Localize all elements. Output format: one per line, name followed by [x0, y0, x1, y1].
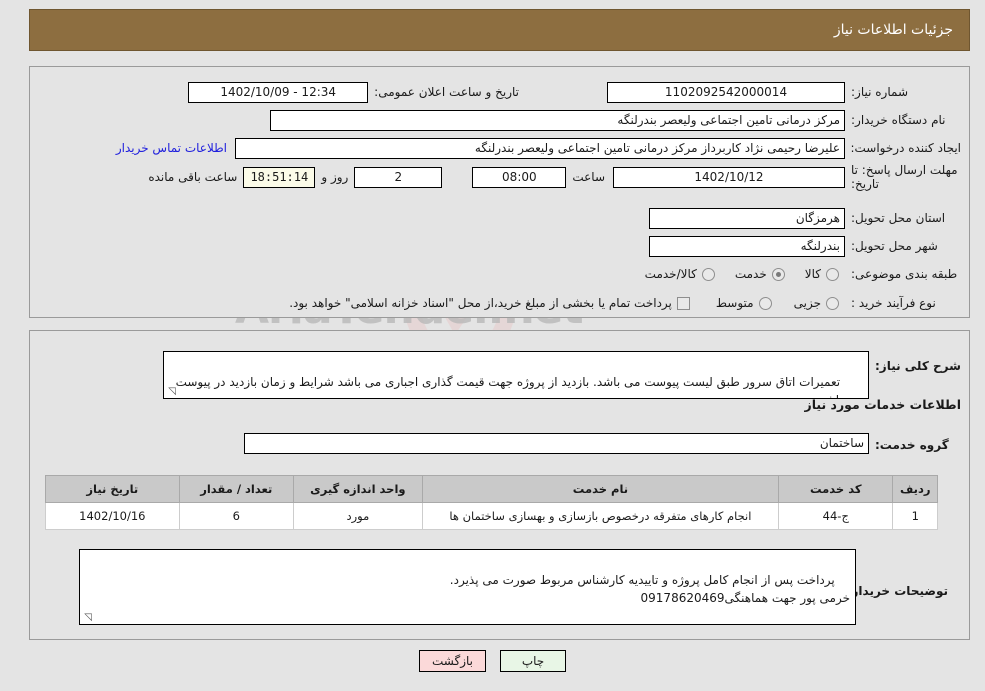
page-root: جزئیات اطلاعات نیاز شماره نیاز: 11020925… — [0, 0, 985, 691]
need-number-label: شماره نیاز: — [851, 85, 908, 99]
row-purchase-process: نوع فرآیند خرید : جزیی متوسط پرداخت تمام… — [289, 292, 961, 314]
buyer-contact-link[interactable]: اطلاعات تماس خریدار — [116, 141, 227, 155]
delivery-city-value: بندرلنگه — [649, 235, 845, 257]
row-subject-category: طبقه بندی موضوعی: کالا خدمت کالا/خدمت — [645, 263, 961, 285]
general-description-value: تعمیرات اتاق سرور طبق لیست پیوست می باشد… — [175, 375, 863, 398]
treasury-bonds-note: پرداخت تمام یا بخشی از مبلغ خرید،از محل … — [289, 296, 672, 310]
need-number-value: 1102092542000014 — [607, 81, 845, 103]
radio-label-motavasset: متوسط — [715, 296, 754, 310]
column-header-service-code: کد خدمت — [778, 475, 894, 503]
radio-label-jozei: جزیی — [793, 296, 821, 310]
services-table: ردیف کد خدمت نام خدمت واحد اندازه گیری ت… — [45, 475, 938, 530]
radio-icon-jozei[interactable] — [826, 296, 839, 310]
cell-service-name: انجام کارهای متفرقه درخصوص بازسازی و بهس… — [421, 502, 780, 530]
announce-datetime-value: 1402/10/09 - 12:34 — [188, 81, 369, 103]
footer-button-bar: بازگشت چاپ — [0, 650, 985, 672]
buyer-notes-textarea[interactable]: پرداخت پس از انجام کامل پروژه و تاییدیه … — [79, 549, 856, 625]
requester-label: ایجاد کننده درخواست: — [850, 141, 961, 155]
column-header-service-name: نام خدمت — [421, 475, 780, 503]
radio-icon-kala-khedmat[interactable] — [701, 267, 715, 281]
services-section-title: اطلاعات خدمات مورد نیاز — [804, 397, 962, 412]
cell-row-no: 1 — [892, 502, 938, 530]
cell-service-code: ج-44 — [778, 502, 894, 530]
buyer-org-value: مرکز درمانی تامین اجتماعی ولیعصر بندرلنگ… — [270, 109, 845, 131]
resize-grip-icon[interactable]: ◹ — [166, 387, 176, 397]
deadline-days-label: روز و — [321, 170, 349, 184]
buyer-notes-value: پرداخت پس از انجام کامل پروژه و تاییدیه … — [449, 573, 850, 605]
radio-option-kala[interactable]: کالا — [805, 267, 839, 281]
announce-datetime-label: تاریخ و ساعت اعلان عمومی: — [374, 85, 519, 99]
radio-option-khedmat[interactable]: خدمت — [735, 267, 785, 281]
radio-option-motavasset[interactable]: متوسط — [716, 296, 772, 310]
deadline-countdown-value: 18:51:14 — [243, 166, 316, 188]
row-buyer-org: نام دستگاه خریدار: مرکز درمانی تامین اجت… — [270, 109, 961, 131]
row-need-number: شماره نیاز: 1102092542000014 تاریخ و ساع… — [188, 81, 961, 103]
cell-need-date: 1402/10/16 — [45, 502, 180, 530]
column-header-need-date: تاریخ نیاز — [45, 475, 180, 503]
checkbox-icon-treasury-bonds[interactable] — [676, 296, 690, 310]
print-button[interactable]: چاپ — [500, 650, 566, 672]
subject-category-label: طبقه بندی موضوعی: — [851, 267, 958, 281]
table-row: 1 ج-44 انجام کارهای متفرقه درخصوص بازساز… — [45, 502, 938, 530]
radio-label-khedmat: خدمت — [734, 267, 767, 281]
deadline-date-value: 1402/10/12 — [613, 166, 845, 188]
table-header-row: ردیف کد خدمت نام خدمت واحد اندازه گیری ت… — [45, 475, 938, 503]
need-info-panel: شماره نیاز: 1102092542000014 تاریخ و ساع… — [29, 66, 970, 318]
column-header-unit: واحد اندازه گیری — [292, 475, 423, 503]
deadline-label: مهلت ارسال پاسخ: تا تاریخ: — [851, 163, 958, 191]
delivery-province-label: استان محل تحویل: — [851, 211, 946, 225]
radio-label-kala: کالا — [804, 267, 821, 281]
buyer-org-label: نام دستگاه خریدار: — [851, 113, 946, 127]
resize-grip-icon-notes[interactable]: ◹ — [82, 613, 92, 623]
cell-quantity: 6 — [178, 502, 294, 530]
deadline-time-value: 08:00 — [472, 166, 567, 188]
delivery-province-value: هرمزگان — [649, 207, 845, 229]
deadline-days-value: 2 — [354, 166, 443, 188]
buyer-notes-label: توضیحات خریدار: — [846, 584, 948, 598]
delivery-city-label: شهر محل تحویل: — [851, 239, 938, 253]
general-description-textarea[interactable]: تعمیرات اتاق سرور طبق لیست پیوست می باشد… — [163, 351, 869, 399]
column-header-row-no: ردیف — [892, 475, 938, 503]
requester-value: علیرضا رحیمی نژاد کاربرداز مرکز درمانی ت… — [235, 137, 845, 159]
row-requester: ایجاد کننده درخواست: علیرضا رحیمی نژاد ک… — [116, 137, 961, 159]
back-button[interactable]: بازگشت — [419, 650, 486, 672]
page-title: جزئیات اطلاعات نیاز — [833, 22, 953, 38]
column-header-quantity: تعداد / مقدار — [178, 475, 294, 503]
radio-label-kala-khedmat: کالا/خدمت — [644, 267, 697, 281]
radio-icon-kala[interactable] — [826, 267, 839, 281]
deadline-countdown-label: ساعت باقی مانده — [148, 170, 238, 184]
treasury-bonds-checkbox-group[interactable]: پرداخت تمام یا بخشی از مبلغ خرید،از محل … — [289, 296, 690, 310]
row-deadline: مهلت ارسال پاسخ: تا تاریخ: 1402/10/12 سا… — [148, 163, 961, 191]
row-delivery-city: شهر محل تحویل: بندرلنگه — [649, 235, 961, 257]
radio-icon-khedmat[interactable] — [771, 267, 785, 281]
deadline-time-label: ساعت — [572, 170, 605, 184]
row-delivery-province: استان محل تحویل: هرمزگان — [649, 207, 961, 229]
page-title-bar: جزئیات اطلاعات نیاز — [29, 9, 970, 51]
cell-unit: مورد — [292, 502, 423, 530]
radio-option-jozei[interactable]: جزیی — [794, 296, 839, 310]
service-group-value: ساختمان — [244, 433, 869, 454]
radio-option-kala-khedmat[interactable]: کالا/خدمت — [645, 267, 715, 281]
general-description-label: شرح کلی نیاز: — [875, 359, 961, 373]
purchase-process-label: نوع فرآیند خرید : — [851, 296, 936, 310]
radio-icon-motavasset[interactable] — [758, 296, 772, 310]
service-group-label: گروه خدمت: — [875, 438, 949, 452]
